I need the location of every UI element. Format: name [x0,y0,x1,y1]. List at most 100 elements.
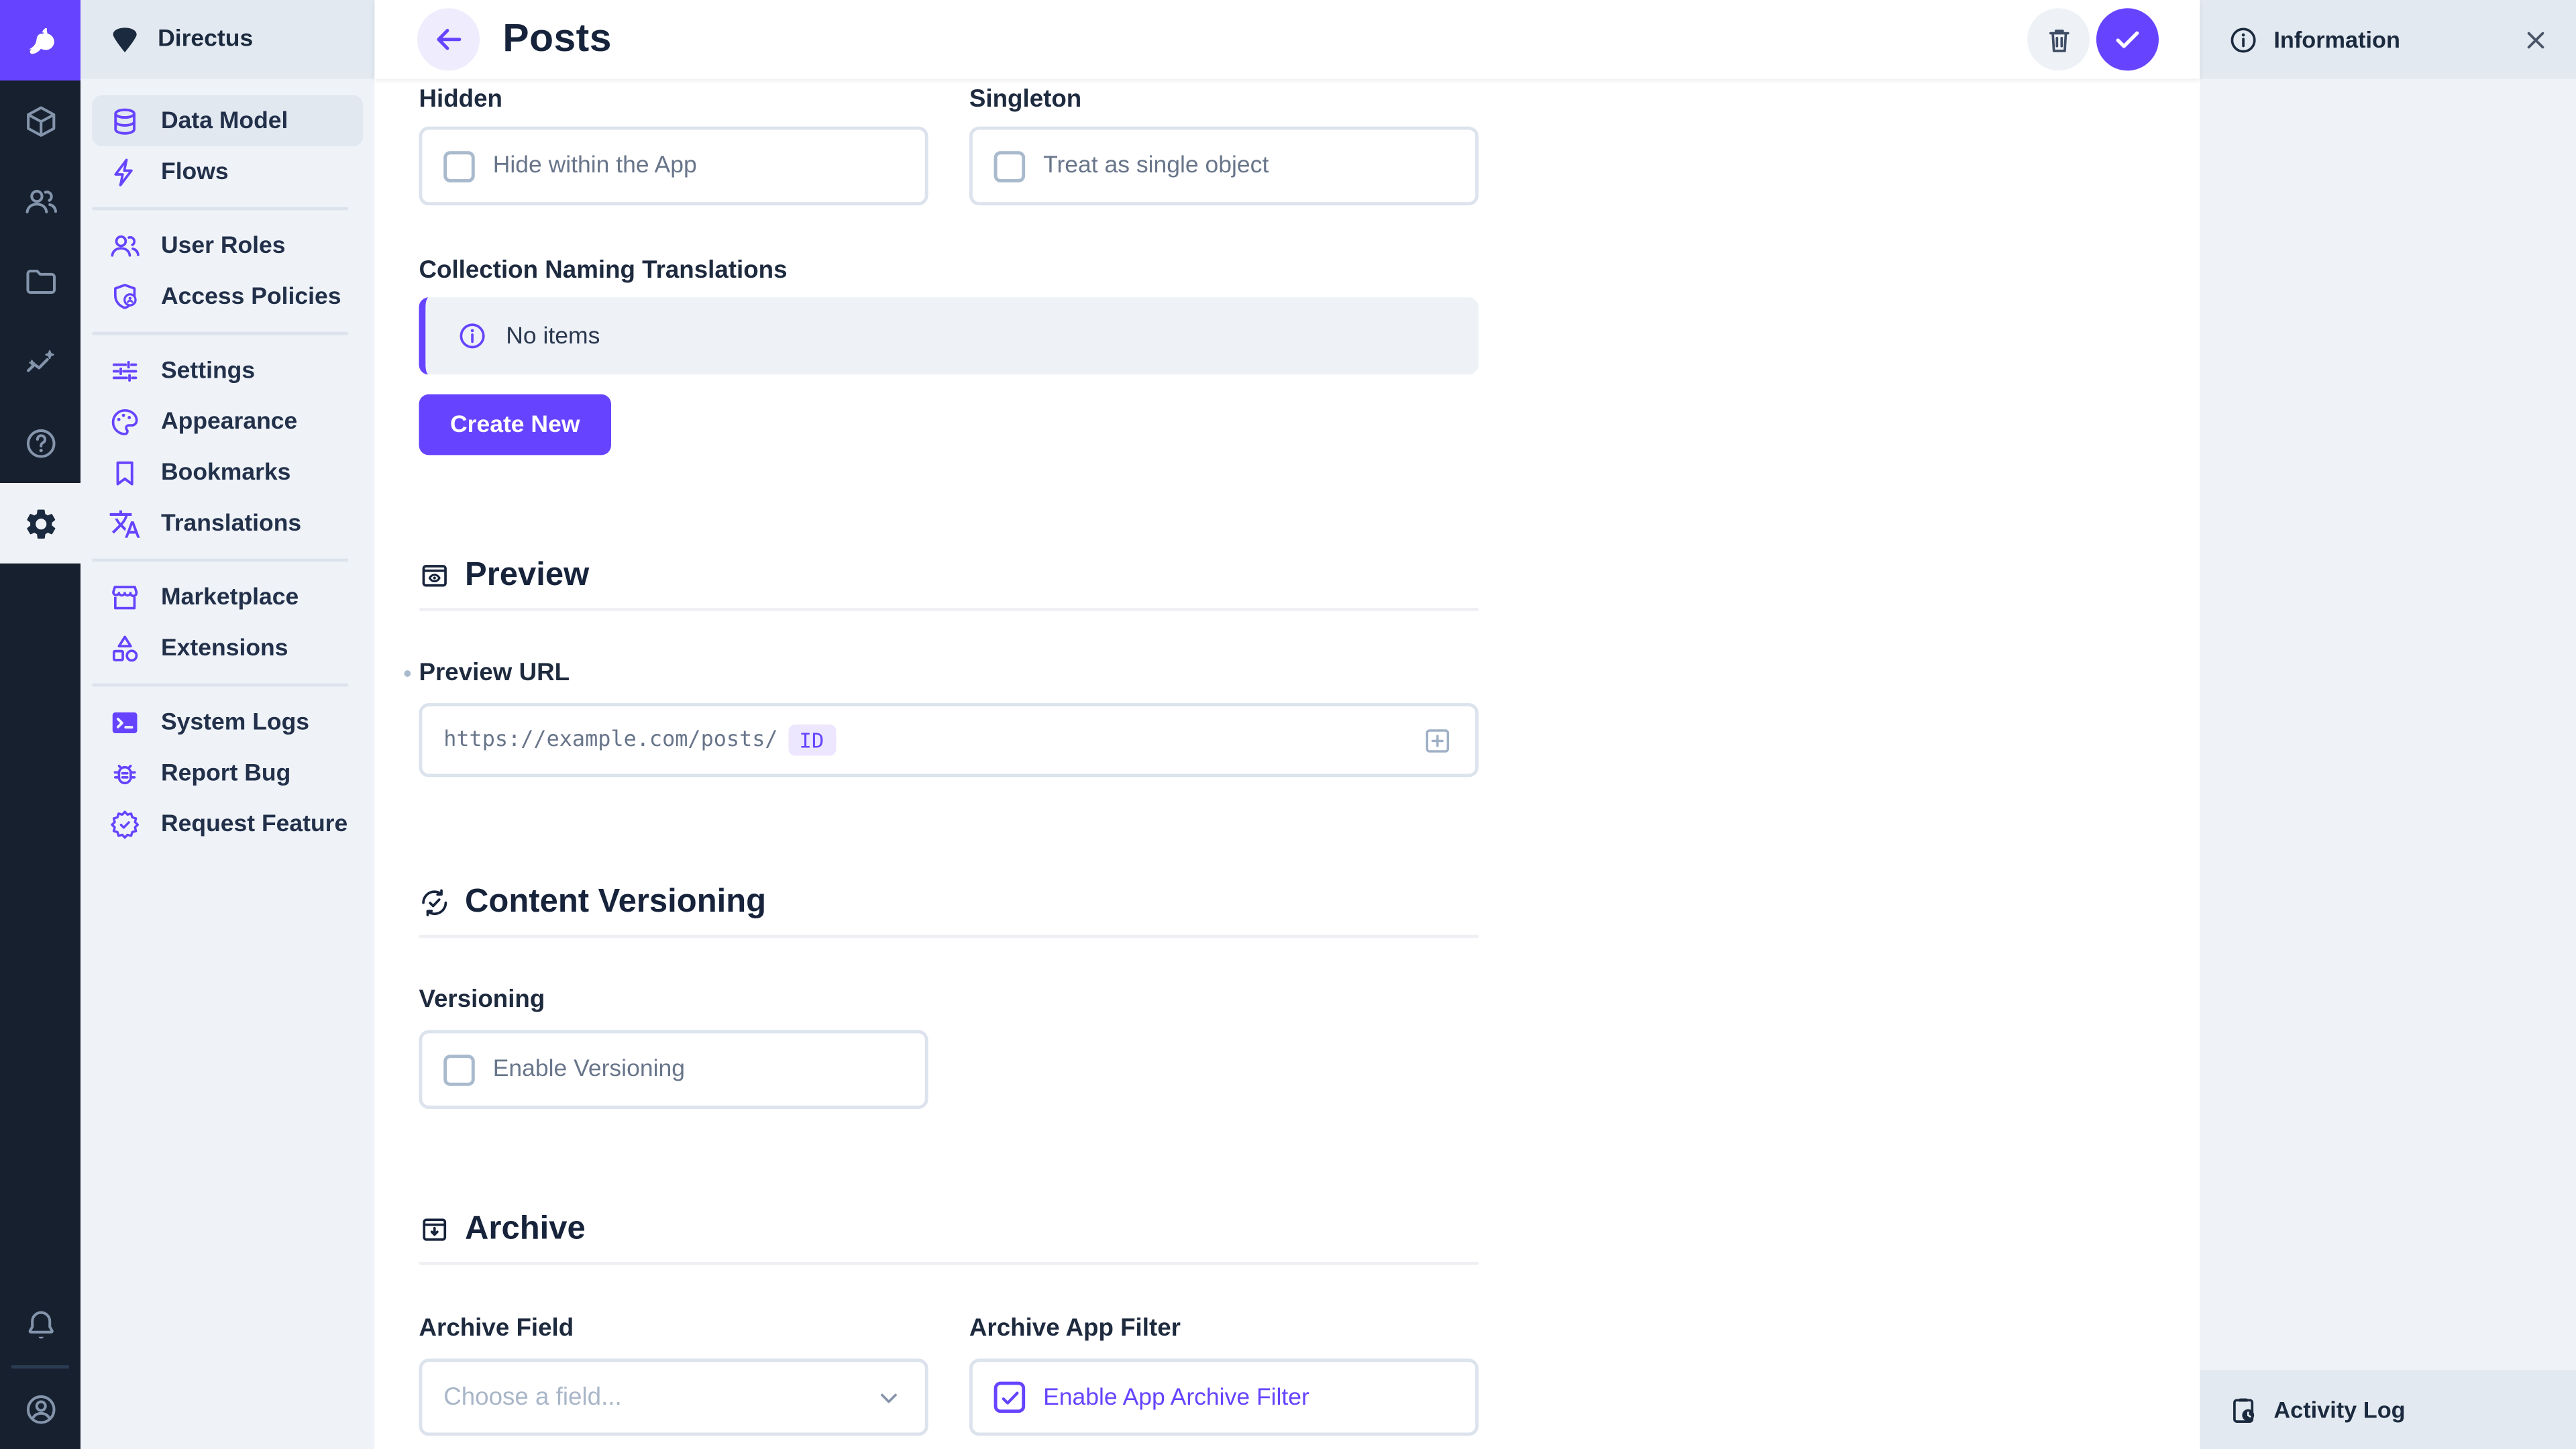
activity-log-button[interactable]: Activity Log [2200,1370,2576,1449]
page-title: Posts [502,16,612,62]
nav-item-label: Report Bug [161,760,290,786]
nav-item-label: System Logs [161,709,309,735]
preview-section-header: Preview [419,557,1479,594]
category-icon [109,632,142,665]
info-sidebar-header[interactable]: Information [2200,0,2576,79]
bookmark-icon [109,456,142,489]
main-header: Posts [374,0,2200,79]
archive-app-filter-control[interactable]: Enable App Archive Filter [969,1358,1479,1436]
module-file-library[interactable] [0,241,80,322]
archive-app-filter-checkbox-label: Enable App Archive Filter [1043,1384,1309,1410]
module-settings[interactable] [0,483,80,564]
preview-icon [419,560,450,592]
account-circle-icon [22,1391,58,1427]
notifications-button[interactable] [0,1285,80,1365]
info-icon [457,321,488,352]
nav-divider [92,684,348,687]
no-items-text: No items [506,323,600,349]
archive-section-title: Archive [465,1211,586,1248]
archive-field-label: Archive Field [419,1316,928,1342]
project-chooser[interactable]: Directus [80,0,374,79]
versioning-section-title: Content Versioning [465,884,766,922]
archive-section-header: Archive [419,1211,1479,1248]
hidden-checkbox-label: Hide within the App [493,153,697,179]
bug-icon [109,757,142,790]
module-help[interactable] [0,402,80,483]
nav-item-report-bug[interactable]: Report Bug [92,747,363,798]
published-with-changes-icon [419,887,450,918]
checkbox-unchecked-icon[interactable] [994,150,1026,182]
group-icon [22,183,58,219]
section-divider [419,934,1479,938]
cube-icon [22,103,58,139]
nav-item-label: Marketplace [161,584,299,610]
nav-item-marketplace[interactable]: Marketplace [92,572,363,623]
preview-url-input[interactable]: https://example.com/posts/ ID [419,703,1479,777]
info-sidebar: Information Activity Log [2200,0,2576,1449]
no-items-notice: No items [419,297,1479,374]
tune-icon [109,354,142,387]
nav-item-user-roles[interactable]: User Roles [92,220,363,271]
nav-item-data-model[interactable]: Data Model [92,95,363,146]
nav-item-label: Request Feature [161,811,347,837]
archive-icon [419,1214,450,1246]
id-variable-chip[interactable]: ID [788,724,835,756]
nav-item-settings[interactable]: Settings [92,345,363,396]
insights-icon [22,344,58,380]
create-new-button[interactable]: Create New [419,394,610,455]
archive-field-placeholder: Choose a field... [443,1383,621,1411]
singleton-field-label: Singleton [969,87,1479,113]
nav-item-request-feature[interactable]: Request Feature [92,798,363,849]
archive-field-select[interactable]: Choose a field... [419,1358,928,1436]
nav-divider [92,559,348,562]
database-icon [109,105,142,138]
palette-icon [109,405,142,438]
nav-item-translations[interactable]: Translations [92,498,363,549]
nav-item-flows[interactable]: Flows [92,146,363,197]
close-sidebar-button[interactable] [2522,25,2550,54]
edited-dot [404,670,411,677]
check-icon [2111,23,2144,56]
versioning-field-label: Versioning [419,987,1479,1014]
nav-item-bookmarks[interactable]: Bookmarks [92,447,363,498]
nav-item-appearance[interactable]: Appearance [92,396,363,447]
nav-divider [92,332,348,335]
translate-icon [109,507,142,540]
directus-logo[interactable] [0,0,80,80]
checkbox-unchecked-icon[interactable] [443,150,475,182]
settings-nav-sidebar: Directus Data Model Flows User Rol [80,0,374,1449]
versioning-checkbox-label: Enable Versioning [493,1057,685,1083]
save-button[interactable] [2096,8,2159,70]
shield-person-icon [109,280,142,313]
singleton-checkbox-control[interactable]: Treat as single object [969,127,1479,206]
delete-collection-button[interactable] [2027,8,2090,70]
preview-section-title: Preview [465,557,589,594]
nav-item-extensions[interactable]: Extensions [92,623,363,674]
nav-list: Data Model Flows User Roles Access Pol [80,79,374,850]
module-bar [0,0,80,1449]
nav-item-label: Translations [161,510,301,536]
module-user-directory[interactable] [0,161,80,241]
info-sidebar-body [2200,79,2576,1371]
checkbox-checked-icon[interactable] [994,1382,1026,1413]
account-button[interactable] [0,1368,80,1449]
rabbit-icon [19,19,62,62]
module-content[interactable] [0,80,80,161]
versioning-checkbox-control[interactable]: Enable Versioning [419,1030,928,1110]
checkbox-unchecked-icon[interactable] [443,1054,475,1085]
terminal-icon [109,706,142,739]
hidden-field-label: Hidden [419,87,928,113]
add-variable-button[interactable] [1421,724,1454,757]
archive-app-filter-label: Archive App Filter [969,1316,1479,1342]
storefront-icon [109,581,142,614]
nav-item-access-policies[interactable]: Access Policies [92,271,363,322]
module-bar-spacer [0,564,80,1285]
nav-item-label: Flows [161,158,229,184]
trash-icon [2043,24,2074,56]
nav-item-system-logs[interactable]: System Logs [92,696,363,747]
hidden-checkbox-control[interactable]: Hide within the App [419,127,928,206]
module-insights[interactable] [0,322,80,402]
chevron-down-icon [874,1383,904,1412]
back-button[interactable] [417,8,480,70]
singleton-checkbox-label: Treat as single object [1043,153,1269,179]
